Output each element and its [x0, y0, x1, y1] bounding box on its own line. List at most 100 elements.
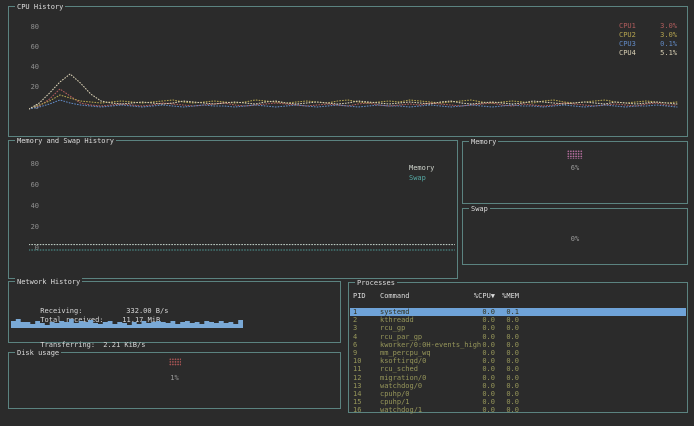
process-command: cpuhp/0 [380, 390, 470, 398]
process-command: systemd [380, 308, 470, 316]
mem-swap-legend-item: Swap [409, 173, 447, 183]
process-table-body: 1systemd0.00.12kthreadd0.00.03rcu_gp0.00… [350, 308, 686, 414]
cpu-legend-item: CPU23.0% [619, 31, 677, 40]
process-command: kworker/0:0H-events_high [380, 341, 470, 349]
process-cpu: 0.0 [470, 324, 495, 332]
transferring-value: 2.21 KiB/s [103, 341, 145, 349]
network-receive-sparkline [11, 315, 243, 328]
process-cpu: 0.0 [470, 333, 495, 341]
process-row[interactable]: 16watchdog/10.00.0 [350, 406, 686, 414]
process-row[interactable]: 12migration/00.00.0 [350, 374, 686, 382]
process-command: rcu_sched [380, 365, 470, 373]
processes-title: Processes [355, 279, 397, 287]
column-header-cpu-sort[interactable]: %CPU▼ [470, 292, 495, 300]
process-pid: 13 [353, 382, 380, 390]
processes-panel: Processes PID Command %CPU▼ %MEM 1system… [348, 282, 688, 413]
memory-gauge-donut [567, 150, 583, 159]
cpu-legend-label: CPU1 [619, 22, 636, 31]
process-row[interactable]: 9mm_percpu_wq0.00.0 [350, 349, 686, 357]
disk-usage-value: 1% [9, 374, 340, 382]
process-pid: 12 [353, 374, 380, 382]
process-mem: 0.0 [495, 406, 519, 414]
process-pid: 10 [353, 357, 380, 365]
process-mem: 0.0 [495, 382, 519, 390]
process-mem: 0.0 [495, 333, 519, 341]
process-cpu: 0.0 [470, 316, 495, 324]
process-row[interactable]: 2kthreadd0.00.0 [350, 316, 686, 324]
process-row[interactable]: 4rcu_par_gp0.00.0 [350, 333, 686, 341]
system-monitor-screen: CPU History 806040200 CPU13.0%CPU23.0%CP… [0, 0, 694, 426]
process-mem: 0.0 [495, 357, 519, 365]
process-pid: 9 [353, 349, 380, 357]
process-mem: 0.0 [495, 398, 519, 406]
process-mem: 0.0 [495, 349, 519, 357]
process-mem: 0.0 [495, 316, 519, 324]
process-row[interactable]: 11rcu_sched0.00.0 [350, 365, 686, 373]
process-cpu: 0.0 [470, 406, 495, 414]
process-mem: 0.0 [495, 324, 519, 332]
process-command: migration/0 [380, 374, 470, 382]
process-cpu: 0.0 [470, 382, 495, 390]
cpu-history-chart [29, 19, 679, 119]
process-cpu: 0.0 [470, 365, 495, 373]
mem-swap-history-title: Memory and Swap History [15, 137, 116, 145]
cpu-legend-item: CPU1 3.0% [619, 22, 677, 31]
process-row[interactable]: 13watchdog/00.00.0 [350, 382, 686, 390]
process-pid: 2 [353, 316, 380, 324]
cpu-history-panel: CPU History 806040200 CPU13.0%CPU23.0%CP… [8, 6, 688, 137]
process-command: rcu_gp [380, 324, 470, 332]
process-command: cpuhp/1 [380, 398, 470, 406]
disk-usage-title: Disk usage [15, 349, 61, 357]
process-cpu: 0.0 [470, 357, 495, 365]
process-cpu: 0.0 [470, 398, 495, 406]
memory-gauge-panel: Memory 6% [462, 141, 688, 204]
transferring-label: Transferring: [40, 341, 103, 349]
process-cpu: 0.0 [470, 308, 495, 316]
swap-gauge-value: 0% [463, 235, 687, 243]
column-header-mem[interactable]: %MEM [495, 292, 519, 300]
process-pid: 1 [353, 308, 380, 316]
process-pid: 16 [353, 406, 380, 414]
cpu-history-title: CPU History [15, 3, 65, 11]
process-row[interactable]: 10ksoftirqd/00.00.0 [350, 357, 686, 365]
process-row[interactable]: 14cpuhp/00.00.0 [350, 390, 686, 398]
column-header-pid: PID [353, 292, 380, 300]
disk-usage-donut [169, 358, 181, 366]
swap-gauge-title: Swap [469, 205, 490, 213]
process-command: ksoftirqd/0 [380, 357, 470, 365]
cpu-legend-value: 0.1% [660, 40, 677, 49]
mem-swap-legend: MemorySwap [409, 163, 447, 183]
swap-gauge-panel: Swap 0% [462, 208, 688, 265]
column-header-command: Command [380, 292, 470, 300]
process-mem: 0.0 [495, 390, 519, 398]
process-command: watchdog/1 [380, 406, 470, 414]
mem-swap-legend-item: Memory [409, 163, 447, 173]
memory-gauge-title: Memory [469, 138, 498, 146]
cpu-legend-value: 5.1% [660, 49, 677, 58]
sparkline-area [11, 319, 243, 328]
process-pid: 11 [353, 365, 380, 373]
mem-swap-history-chart [29, 161, 455, 261]
process-command: watchdog/0 [380, 382, 470, 390]
process-cpu: 0.0 [470, 341, 495, 349]
process-cpu: 0.0 [470, 374, 495, 382]
process-mem: 0.1 [495, 308, 519, 316]
process-row[interactable]: 15cpuhp/10.00.0 [350, 398, 686, 406]
cpu-legend-label: CPU3 [619, 40, 636, 49]
network-history-panel: Network History Receiving:332.00 B/s Tot… [8, 281, 341, 343]
network-history-title: Network History [15, 278, 82, 286]
disk-usage-panel: Disk usage 1% [8, 352, 341, 409]
process-cpu: 0.0 [470, 390, 495, 398]
process-row[interactable]: 6kworker/0:0H-events_high0.00.0 [350, 341, 686, 349]
cpu-legend-value: 3.0% [660, 22, 677, 31]
process-command: kthreadd [380, 316, 470, 324]
cpu-legend-item: CPU3 0.1% [619, 40, 677, 49]
process-pid: 6 [353, 341, 380, 349]
mem-swap-history-panel: Memory and Swap History 806040200 Memory… [8, 140, 458, 279]
chart-line [29, 74, 677, 109]
chart-line [29, 89, 677, 109]
process-row[interactable]: 3rcu_gp0.00.0 [350, 324, 686, 332]
cpu-legend: CPU13.0%CPU23.0%CPU30.1%CPU45.1% [619, 22, 677, 58]
process-row[interactable]: 1systemd0.00.1 [350, 308, 686, 316]
cpu-legend-label: CPU2 [619, 31, 636, 40]
